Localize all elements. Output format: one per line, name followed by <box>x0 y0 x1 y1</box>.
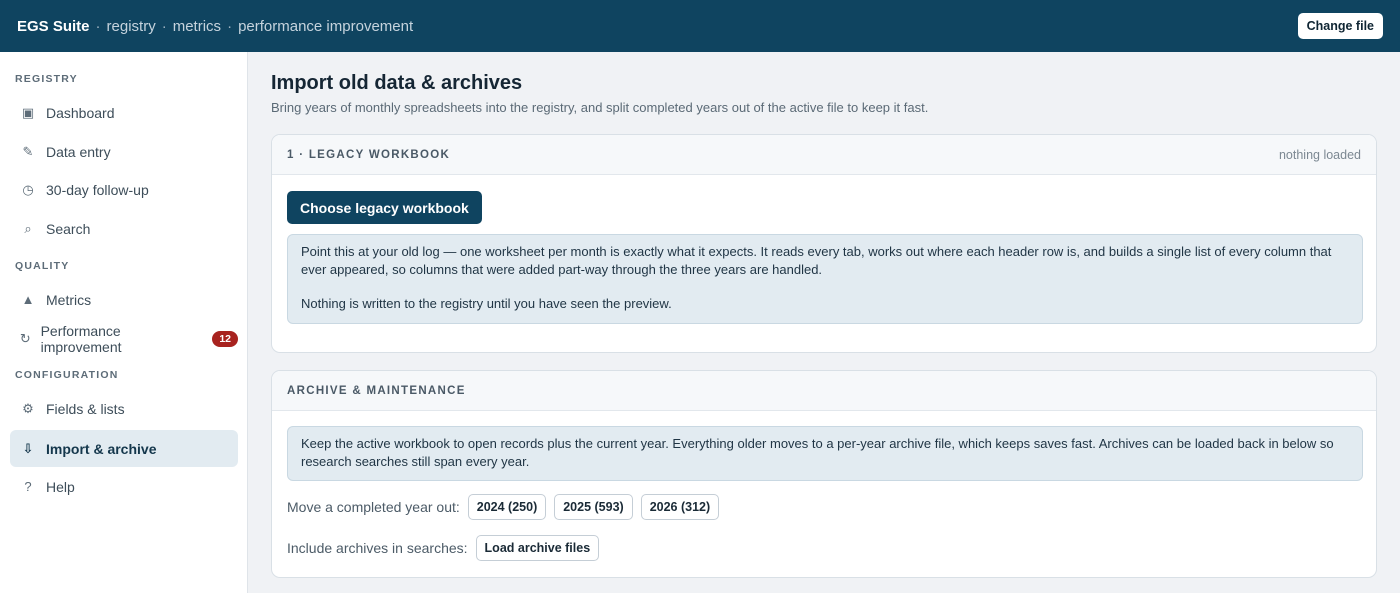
move-year-row: Move a completed year out: 2024 (250) 20… <box>287 494 720 520</box>
change-file-button[interactable]: Change file <box>1297 13 1383 39</box>
legacy-workbook-card: 1 · LEGACY WORKBOOK nothing loaded Choos… <box>271 134 1377 353</box>
info-text: Nothing is written to the registry until… <box>301 296 672 311</box>
sidebar-item-help[interactable]: ? Help <box>10 468 238 505</box>
download-icon: ⇩ <box>22 440 34 456</box>
card-header: 1 · LEGACY WORKBOOK nothing loaded <box>272 135 1376 175</box>
move-year-label: Move a completed year out: <box>287 499 460 515</box>
sidebar-item-performance-improvement[interactable]: ↻ Performance improvement 12 <box>10 320 238 357</box>
sidebar-item-import-archive[interactable]: ⇩ Import & archive <box>10 430 238 467</box>
square-icon: ▣ <box>21 104 35 120</box>
sidebar: REGISTRY ▣ Dashboard ✎ Data entry ◷ 30-d… <box>0 52 248 593</box>
count-badge: 12 <box>212 330 238 347</box>
sidebar-item-label: Metrics <box>46 291 92 308</box>
breadcrumb-performance-improvement[interactable]: performance improvement <box>238 18 413 35</box>
load-status: nothing loaded <box>1278 147 1361 162</box>
breadcrumb-registry[interactable]: registry <box>107 18 156 35</box>
legacy-info-box: Point this at your old log — one workshe… <box>287 234 1363 324</box>
breadcrumb-separator: · <box>161 17 167 35</box>
archive-year-2026-button[interactable]: 2026 (312) <box>640 494 720 520</box>
gear-icon: ⚙ <box>22 400 34 416</box>
sidebar-section-quality: QUALITY <box>15 260 70 272</box>
sidebar-item-label: Import & archive <box>46 440 157 457</box>
top-bar: EGS Suite · registry · metrics · perform… <box>0 0 1400 52</box>
pencil-icon: ✎ <box>22 143 34 159</box>
sidebar-item-metrics[interactable]: ▲ Metrics <box>10 281 238 318</box>
include-archives-label: Include archives in searches: <box>287 540 468 556</box>
card-header: ARCHIVE & MAINTENANCE <box>272 371 1376 411</box>
sidebar-item-dashboard[interactable]: ▣ Dashboard <box>10 94 238 131</box>
sidebar-item-30-day-follow-up[interactable]: ◷ 30-day follow-up <box>10 171 238 208</box>
breadcrumb-metrics[interactable]: metrics <box>173 18 221 35</box>
archive-year-2024-button[interactable]: 2024 (250) <box>467 494 547 520</box>
include-archives-row: Include archives in searches: Load archi… <box>287 535 600 561</box>
question-icon: ? <box>24 479 32 494</box>
triangle-icon: ▲ <box>21 292 35 307</box>
breadcrumb-separator: · <box>95 17 101 35</box>
archive-maintenance-card: ARCHIVE & MAINTENANCE Keep the active wo… <box>271 370 1377 578</box>
sidebar-item-label: Fields & lists <box>46 400 125 417</box>
sidebar-item-label: 30-day follow-up <box>46 181 149 198</box>
card-title: 1 · LEGACY WORKBOOK <box>287 148 451 161</box>
app-brand: EGS Suite <box>17 17 90 35</box>
archive-year-2025-button[interactable]: 2025 (593) <box>554 494 633 520</box>
sidebar-item-search[interactable]: ⌕ Search <box>10 210 238 247</box>
sidebar-item-label: Help <box>46 478 75 495</box>
sidebar-item-label: Performance improvement <box>40 322 122 355</box>
sidebar-item-label: Search <box>46 220 91 237</box>
info-text: Keep the active workbook to open records… <box>301 436 1334 469</box>
sidebar-item-label: Dashboard <box>46 104 115 121</box>
sidebar-section-configuration: CONFIGURATION <box>15 369 119 381</box>
breadcrumb-separator: · <box>227 17 233 35</box>
page-subtitle: Bring years of monthly spreadsheets into… <box>271 100 929 115</box>
choose-legacy-workbook-button[interactable]: Choose legacy workbook <box>287 191 482 224</box>
refresh-icon: ↻ <box>19 330 31 346</box>
sidebar-section-registry: REGISTRY <box>15 73 78 85</box>
archive-info-box: Keep the active workbook to open records… <box>287 426 1363 481</box>
search-icon: ⌕ <box>24 220 32 236</box>
clock-icon: ◷ <box>22 181 34 197</box>
sidebar-item-fields-lists[interactable]: ⚙ Fields & lists <box>10 390 238 427</box>
card-title: ARCHIVE & MAINTENANCE <box>287 384 466 397</box>
sidebar-item-label: Data entry <box>46 143 111 160</box>
sidebar-item-data-entry[interactable]: ✎ Data entry <box>10 133 238 170</box>
load-archive-files-button[interactable]: Load archive files <box>475 535 600 561</box>
info-text: Point this at your old log — one workshe… <box>301 244 1332 277</box>
page-title: Import old data & archives <box>271 72 523 94</box>
